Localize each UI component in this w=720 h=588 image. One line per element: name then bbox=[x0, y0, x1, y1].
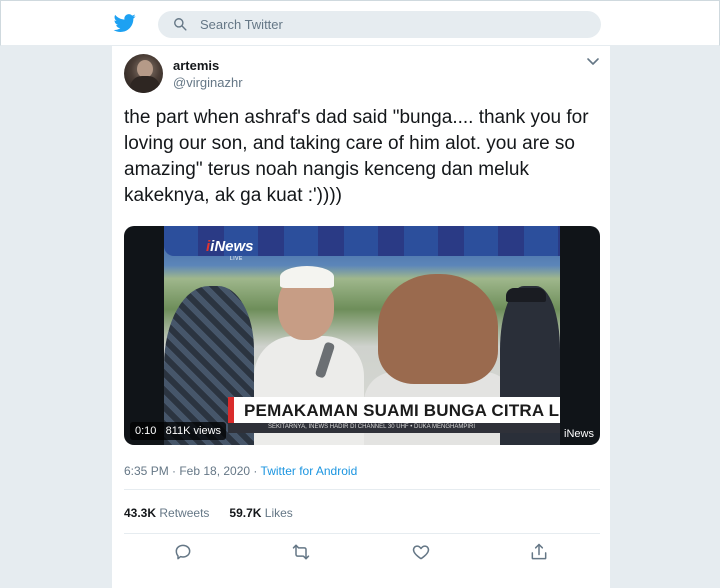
tweet-source-link[interactable]: Twitter for Android bbox=[261, 464, 358, 478]
reply-icon[interactable] bbox=[173, 542, 193, 562]
avatar[interactable] bbox=[124, 54, 163, 93]
twitter-bird-icon[interactable] bbox=[113, 12, 137, 34]
cap bbox=[506, 288, 546, 302]
search-placeholder: Search Twitter bbox=[200, 17, 283, 32]
ticker-text: SEKITARNYA, INEWS HADIR DI CHANNEL 30 UH… bbox=[268, 424, 476, 430]
news-headline-bar: PEMAKAMAN SUAMI BUNGA CITRA LESTARI bbox=[228, 397, 560, 423]
search-input[interactable]: Search Twitter bbox=[158, 11, 601, 38]
top-bar: Search Twitter bbox=[0, 0, 720, 46]
tweet-timestamp: 6:35 PM · Feb 18, 2020 · Twitter for And… bbox=[124, 464, 358, 478]
news-headline: PEMAKAMAN SUAMI BUNGA CITRA LESTARI bbox=[244, 401, 560, 420]
divider bbox=[124, 533, 600, 534]
likes-stat[interactable]: 59.7K Likes bbox=[229, 506, 292, 520]
author-name[interactable]: artemis bbox=[173, 58, 219, 73]
tweet-stats: 43.3K Retweets 59.7K Likes bbox=[124, 506, 293, 520]
tweet-actions bbox=[112, 542, 612, 566]
tweet-card: artemis @virginazhr the part when ashraf… bbox=[111, 46, 611, 588]
video-duration: 0:10 bbox=[135, 425, 157, 437]
retweets-stat[interactable]: 43.3K Retweets bbox=[124, 506, 209, 520]
timestamp-text[interactable]: 6:35 PM · Feb 18, 2020 bbox=[124, 464, 250, 478]
retweet-icon[interactable] bbox=[291, 542, 311, 562]
chevron-down-icon[interactable] bbox=[586, 57, 600, 67]
corner-logo: iNews bbox=[564, 428, 594, 440]
tweet-text: the part when ashraf's dad said "bunga..… bbox=[124, 107, 589, 206]
divider bbox=[124, 489, 600, 490]
author-handle[interactable]: @virginazhr bbox=[173, 75, 243, 90]
channel-sub: LIVE bbox=[230, 256, 243, 262]
video-player[interactable]: iiNews LIVE PEMAKAMAN SUAMI BUNGA CITRA … bbox=[124, 226, 600, 445]
video-frame: iiNews LIVE PEMAKAMAN SUAMI BUNGA CITRA … bbox=[164, 226, 560, 445]
video-meta: 0:10 811K views bbox=[130, 422, 227, 440]
share-icon[interactable] bbox=[529, 542, 549, 562]
like-icon[interactable] bbox=[411, 542, 431, 562]
video-views: 811K views bbox=[165, 425, 222, 437]
channel-logo: iiNews bbox=[206, 238, 254, 255]
news-ticker: SEKITARNYA, INEWS HADIR DI CHANNEL 30 UH… bbox=[228, 423, 560, 433]
search-icon bbox=[174, 18, 187, 31]
